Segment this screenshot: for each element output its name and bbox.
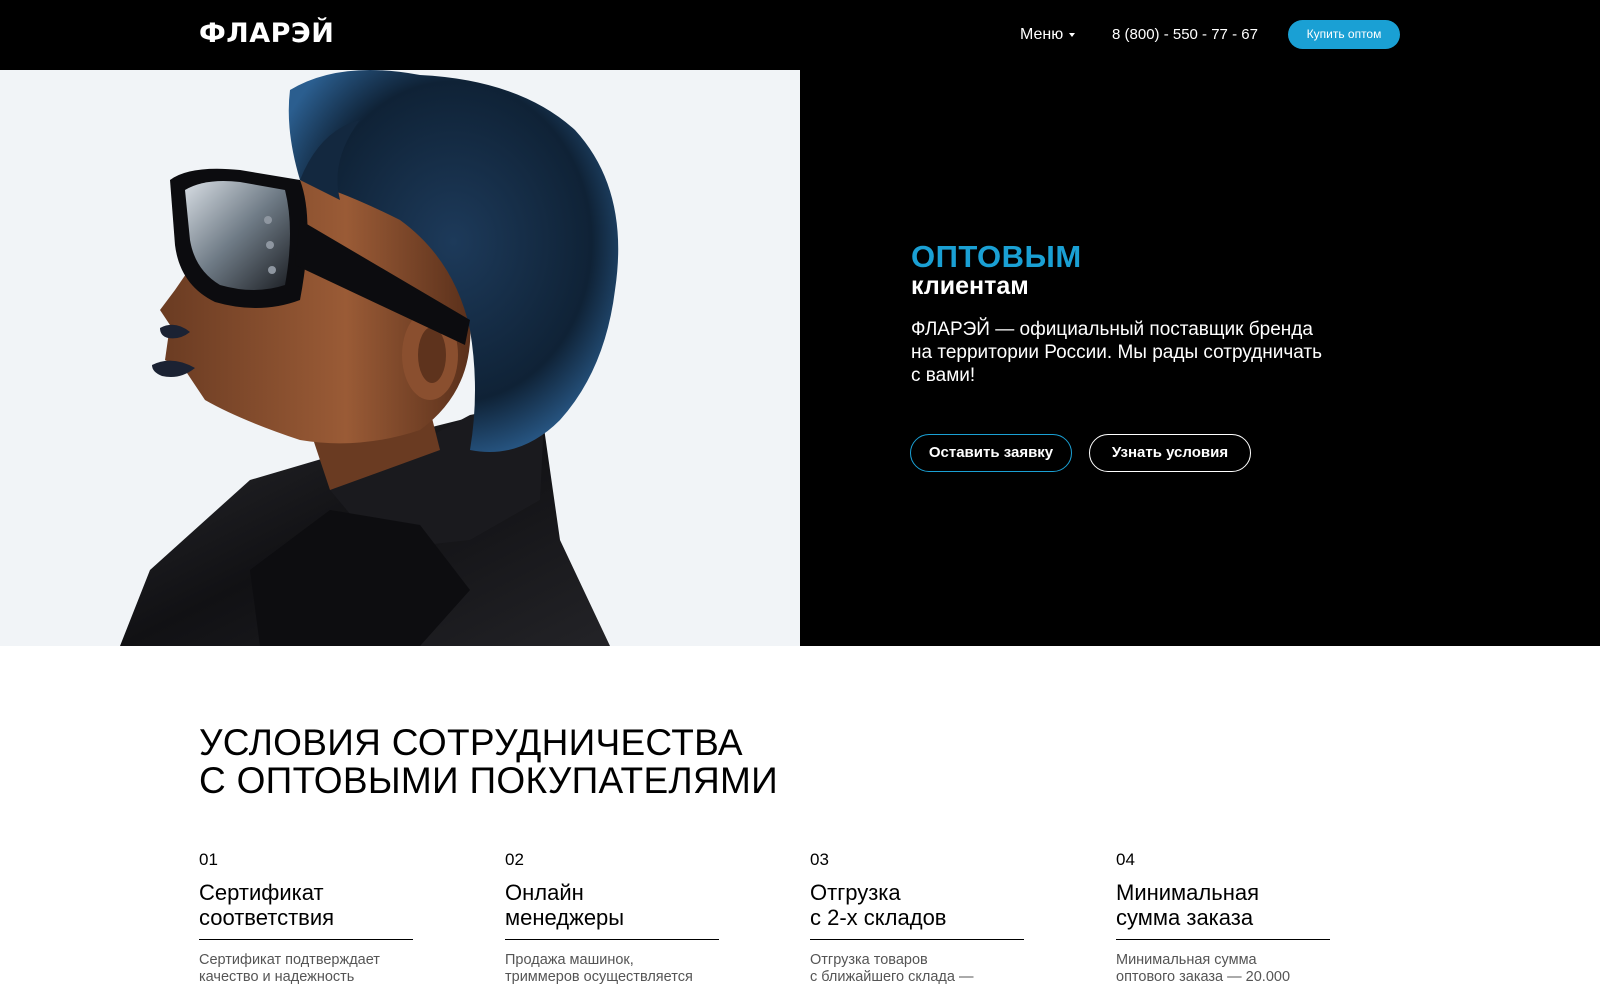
buy-wholesale-button[interactable]: Купить оптом — [1288, 20, 1400, 49]
term-card-shipping: 03 Отгрузка с 2-х складов Отгрузка товар… — [810, 850, 1024, 986]
term-card-managers: 02 Онлайн менеджеры Продажа машинок, три… — [505, 850, 719, 986]
card-text: Сертификат подтверждает качество и надеж… — [199, 952, 413, 986]
card-title-line2: с 2-х складов — [810, 905, 947, 930]
term-card-min-order: 04 Минимальная сумма заказа Минимальная … — [1116, 850, 1330, 986]
brand-logo[interactable]: ФЛАРЭЙ — [199, 18, 334, 50]
card-number: 01 — [199, 850, 218, 869]
card-title-line2: сумма заказа — [1116, 905, 1254, 930]
card-number: 04 — [1116, 850, 1135, 869]
site-header: ФЛАРЭЙ Меню 8 (800) - 550 - 77 - 67 Купи… — [0, 0, 1600, 70]
learn-terms-button[interactable]: Узнать условия — [1089, 434, 1251, 472]
menu-dropdown[interactable]: Меню — [1020, 24, 1076, 46]
hero-title-accent: ОПТОВЫМ — [911, 239, 1082, 274]
card-title-line1: Отгрузка — [810, 880, 901, 905]
hero-title: клиентам — [911, 272, 1029, 300]
card-title-line2: менеджеры — [505, 905, 625, 930]
card-text: Продажа машинок, триммеров осуществляетс… — [505, 952, 719, 986]
terms-title-line1: УСЛОВИЯ СОТРУДНИЧЕСТВА — [199, 722, 743, 763]
card-text-line1: Продажа машинок, — [505, 952, 634, 968]
card-text-line1: Отгрузка товаров — [810, 952, 928, 968]
card-text-line2: с ближайшего склада — — [810, 969, 974, 985]
hero-description: ФЛАРЭЙ — официальный поставщик бренда на… — [911, 319, 1323, 386]
card-text-line1: Сертификат подтверждает — [199, 952, 380, 968]
hero-image — [0, 70, 800, 646]
card-title: Сертификат соответствия — [199, 880, 413, 940]
card-title-line2: соответствия — [199, 905, 335, 930]
card-text-line1: Минимальная сумма — [1116, 952, 1257, 968]
card-title: Онлайн менеджеры — [505, 880, 719, 940]
card-text-line2: оптового заказа — 20.000 — [1116, 969, 1291, 985]
terms-section-title: УСЛОВИЯ СОТРУДНИЧЕСТВА С ОПТОВЫМИ ПОКУПА… — [199, 724, 778, 800]
portrait-illustration — [120, 70, 619, 646]
submit-request-button[interactable]: Оставить заявку — [910, 434, 1072, 472]
menu-label: Меню — [1020, 26, 1064, 43]
terms-title-line2: С ОПТОВЫМИ ПОКУПАТЕЛЯМИ — [199, 760, 779, 801]
card-text-line2: триммеров осуществляется — [505, 969, 693, 985]
card-text-line2: качество и надежность — [199, 969, 355, 985]
phone-number[interactable]: 8 (800) - 550 - 77 - 67 — [1112, 24, 1258, 46]
card-number: 02 — [505, 850, 524, 869]
card-number: 03 — [810, 850, 829, 869]
card-title: Отгрузка с 2-х складов — [810, 880, 1024, 940]
card-title-line1: Сертификат — [199, 880, 324, 905]
caret-down-icon — [1069, 32, 1076, 37]
term-card-certificate: 01 Сертификат соответствия Сертификат по… — [199, 850, 413, 986]
logo-text: ФЛАРЭЙ — [199, 18, 335, 49]
card-text: Отгрузка товаров с ближайшего склада — — [810, 952, 1024, 986]
card-title-line1: Минимальная — [1116, 880, 1260, 905]
card-title: Минимальная сумма заказа — [1116, 880, 1330, 940]
card-title-line1: Онлайн — [505, 880, 584, 905]
card-text: Минимальная сумма оптового заказа — 20.0… — [1116, 952, 1330, 986]
